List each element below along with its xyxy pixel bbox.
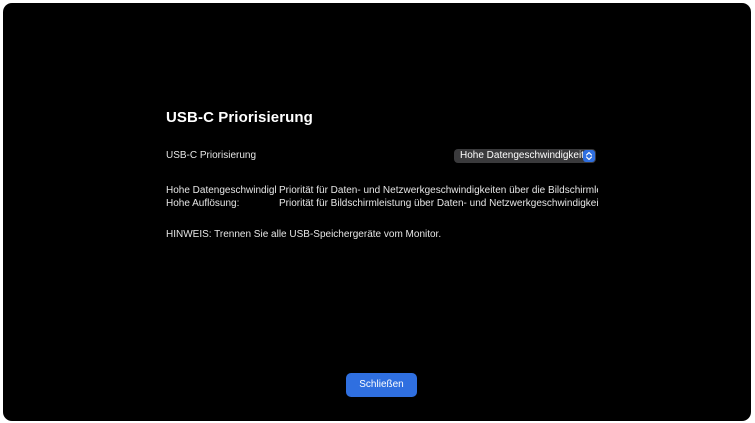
note-text: HINWEIS: Trennen Sie alle USB-Speicherge… <box>166 229 442 240</box>
dialog-title: USB-C Priorisierung <box>166 109 313 126</box>
description-key: Hohe Datengeschwindigkeit: <box>166 185 276 196</box>
description-row: Hohe Datengeschwindigkeit: Priorität für… <box>166 184 598 197</box>
description-value: Priorität für Daten- und Netzwerkgeschwi… <box>279 185 598 196</box>
usb-c-priority-popup[interactable]: Hohe Datengeschwindigkeit <box>454 149 596 163</box>
chevron-up-down-icon <box>583 150 595 162</box>
usb-c-priority-label: USB-C Priorisierung <box>166 150 257 161</box>
description-row: Hohe Auflösung: Priorität für Bildschirm… <box>166 197 598 210</box>
description-value: Priorität für Bildschirmleistung über Da… <box>279 198 598 209</box>
option-descriptions: Hohe Datengeschwindigkeit: Priorität für… <box>166 184 598 210</box>
close-button[interactable]: Schließen <box>346 373 417 397</box>
usb-c-priority-dialog: USB-C Priorisierung USB-C Priorisierung … <box>3 3 751 421</box>
description-key: Hohe Auflösung: <box>166 198 240 209</box>
popup-selected-value: Hohe Datengeschwindigkeit <box>460 150 584 161</box>
